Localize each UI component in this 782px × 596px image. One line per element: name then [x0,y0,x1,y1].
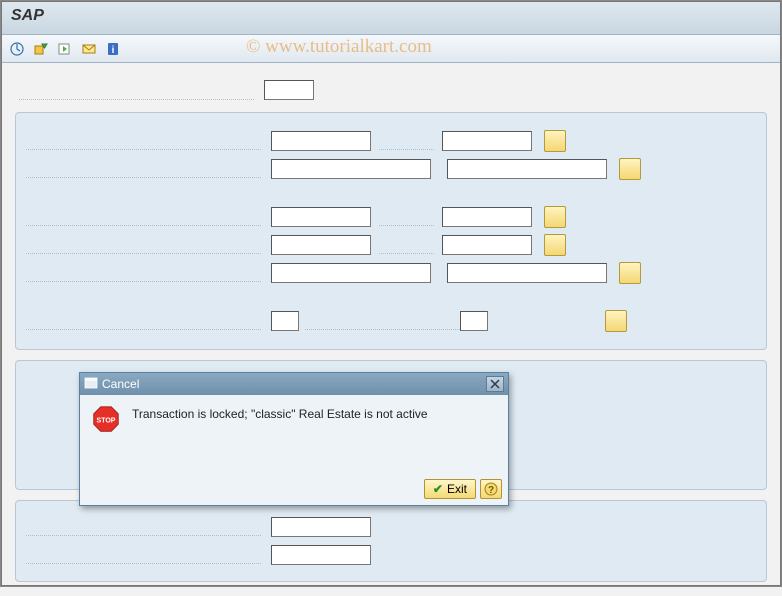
from-input[interactable] [271,159,431,179]
dialog-title: Cancel [102,377,139,391]
dialog-message: Transaction is locked; "classic" Real Es… [132,405,428,467]
field-label [26,208,261,226]
app-title: SAP [11,7,44,24]
to-label [305,312,460,330]
execute-button[interactable] [7,39,27,59]
from-input[interactable] [271,545,371,565]
field-label [26,236,261,254]
get-variant-button[interactable] [31,39,51,59]
top-input[interactable] [264,80,314,100]
cancel-dialog: Cancel STOP Transaction is locked; "clas… [79,372,509,506]
field-label [19,80,254,100]
dialog-titlebar: Cancel [80,373,508,395]
check-icon: ✔ [433,482,443,496]
from-input[interactable] [271,311,299,331]
multiple-selection-button[interactable] [619,158,641,180]
multiple-selection-button[interactable] [544,234,566,256]
to-input[interactable] [460,311,488,331]
app-toolbar: i [1,35,781,63]
titlebar: SAP [1,1,781,35]
dynamic-selections-button[interactable] [55,39,75,59]
from-input[interactable] [271,263,431,283]
field-label [26,518,261,536]
field-label [26,546,261,564]
multiple-selection-button[interactable] [544,130,566,152]
mail-button[interactable] [79,39,99,59]
field-label [26,132,261,150]
svg-text:?: ? [488,485,494,496]
selection-block-3 [15,500,767,582]
to-input[interactable] [442,235,532,255]
help-button[interactable]: ? [480,479,502,499]
from-input[interactable] [271,235,371,255]
svg-text:i: i [112,45,115,56]
field-label [26,312,261,330]
multiple-selection-button[interactable] [605,310,627,332]
multiple-selection-button[interactable] [619,262,641,284]
exit-button-label: Exit [447,482,467,496]
multiple-selection-button[interactable] [544,206,566,228]
to-input[interactable] [442,207,532,227]
top-field-row [9,78,773,102]
exit-button[interactable]: ✔ Exit [424,479,476,499]
dialog-close-button[interactable] [486,376,504,392]
svg-text:STOP: STOP [97,418,116,425]
selection-screen [1,63,781,596]
selection-block-1 [15,112,767,350]
from-input[interactable] [271,517,371,537]
to-label [379,208,434,226]
field-label [26,264,261,282]
to-input[interactable] [447,159,607,179]
from-input[interactable] [271,131,371,151]
window-icon [84,377,98,392]
from-input[interactable] [271,207,371,227]
info-button[interactable]: i [103,39,123,59]
to-label [379,236,434,254]
stop-icon: STOP [92,405,120,433]
field-label [26,160,261,178]
to-input[interactable] [442,131,532,151]
to-label [379,132,434,150]
to-input[interactable] [447,263,607,283]
